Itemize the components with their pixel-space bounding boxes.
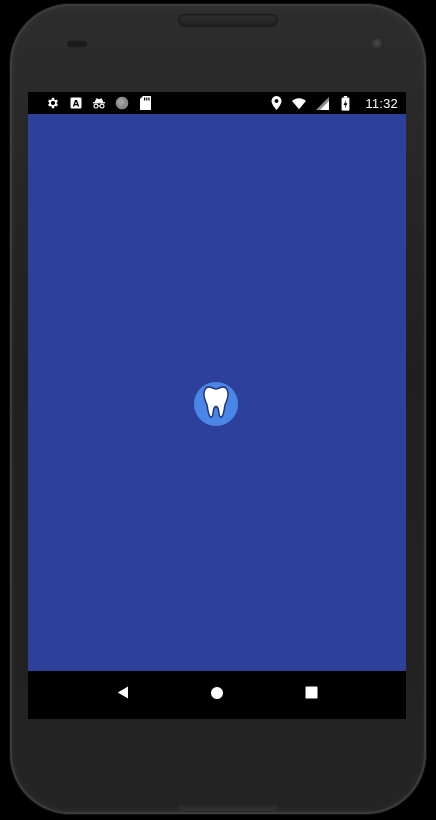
recents-button[interactable] <box>296 680 326 710</box>
signal-icon <box>315 96 329 110</box>
recents-icon <box>305 686 318 704</box>
home-icon <box>210 686 224 705</box>
circle-icon <box>115 96 129 110</box>
wifi-icon <box>292 96 307 110</box>
location-pin-icon <box>269 96 283 110</box>
screen: A 11:32 <box>28 92 406 719</box>
front-camera <box>372 38 384 50</box>
app-content <box>28 114 406 671</box>
battery-icon <box>338 95 352 111</box>
back-button[interactable] <box>108 680 138 710</box>
app-logo <box>194 382 238 426</box>
proximity-sensor <box>66 40 88 48</box>
home-button[interactable] <box>202 680 232 710</box>
gear-icon <box>46 96 60 110</box>
svg-text:A: A <box>73 99 80 109</box>
top-speaker <box>178 14 278 27</box>
status-bar: A 11:32 <box>28 92 406 114</box>
a-square-icon: A <box>69 96 83 110</box>
back-icon <box>117 686 129 704</box>
clock: 11:32 <box>365 95 398 111</box>
tooth-icon <box>203 385 229 423</box>
sd-card-icon <box>138 96 152 110</box>
navigation-bar <box>28 671 406 719</box>
bottom-speaker <box>178 802 278 811</box>
incognito-icon <box>92 96 106 110</box>
